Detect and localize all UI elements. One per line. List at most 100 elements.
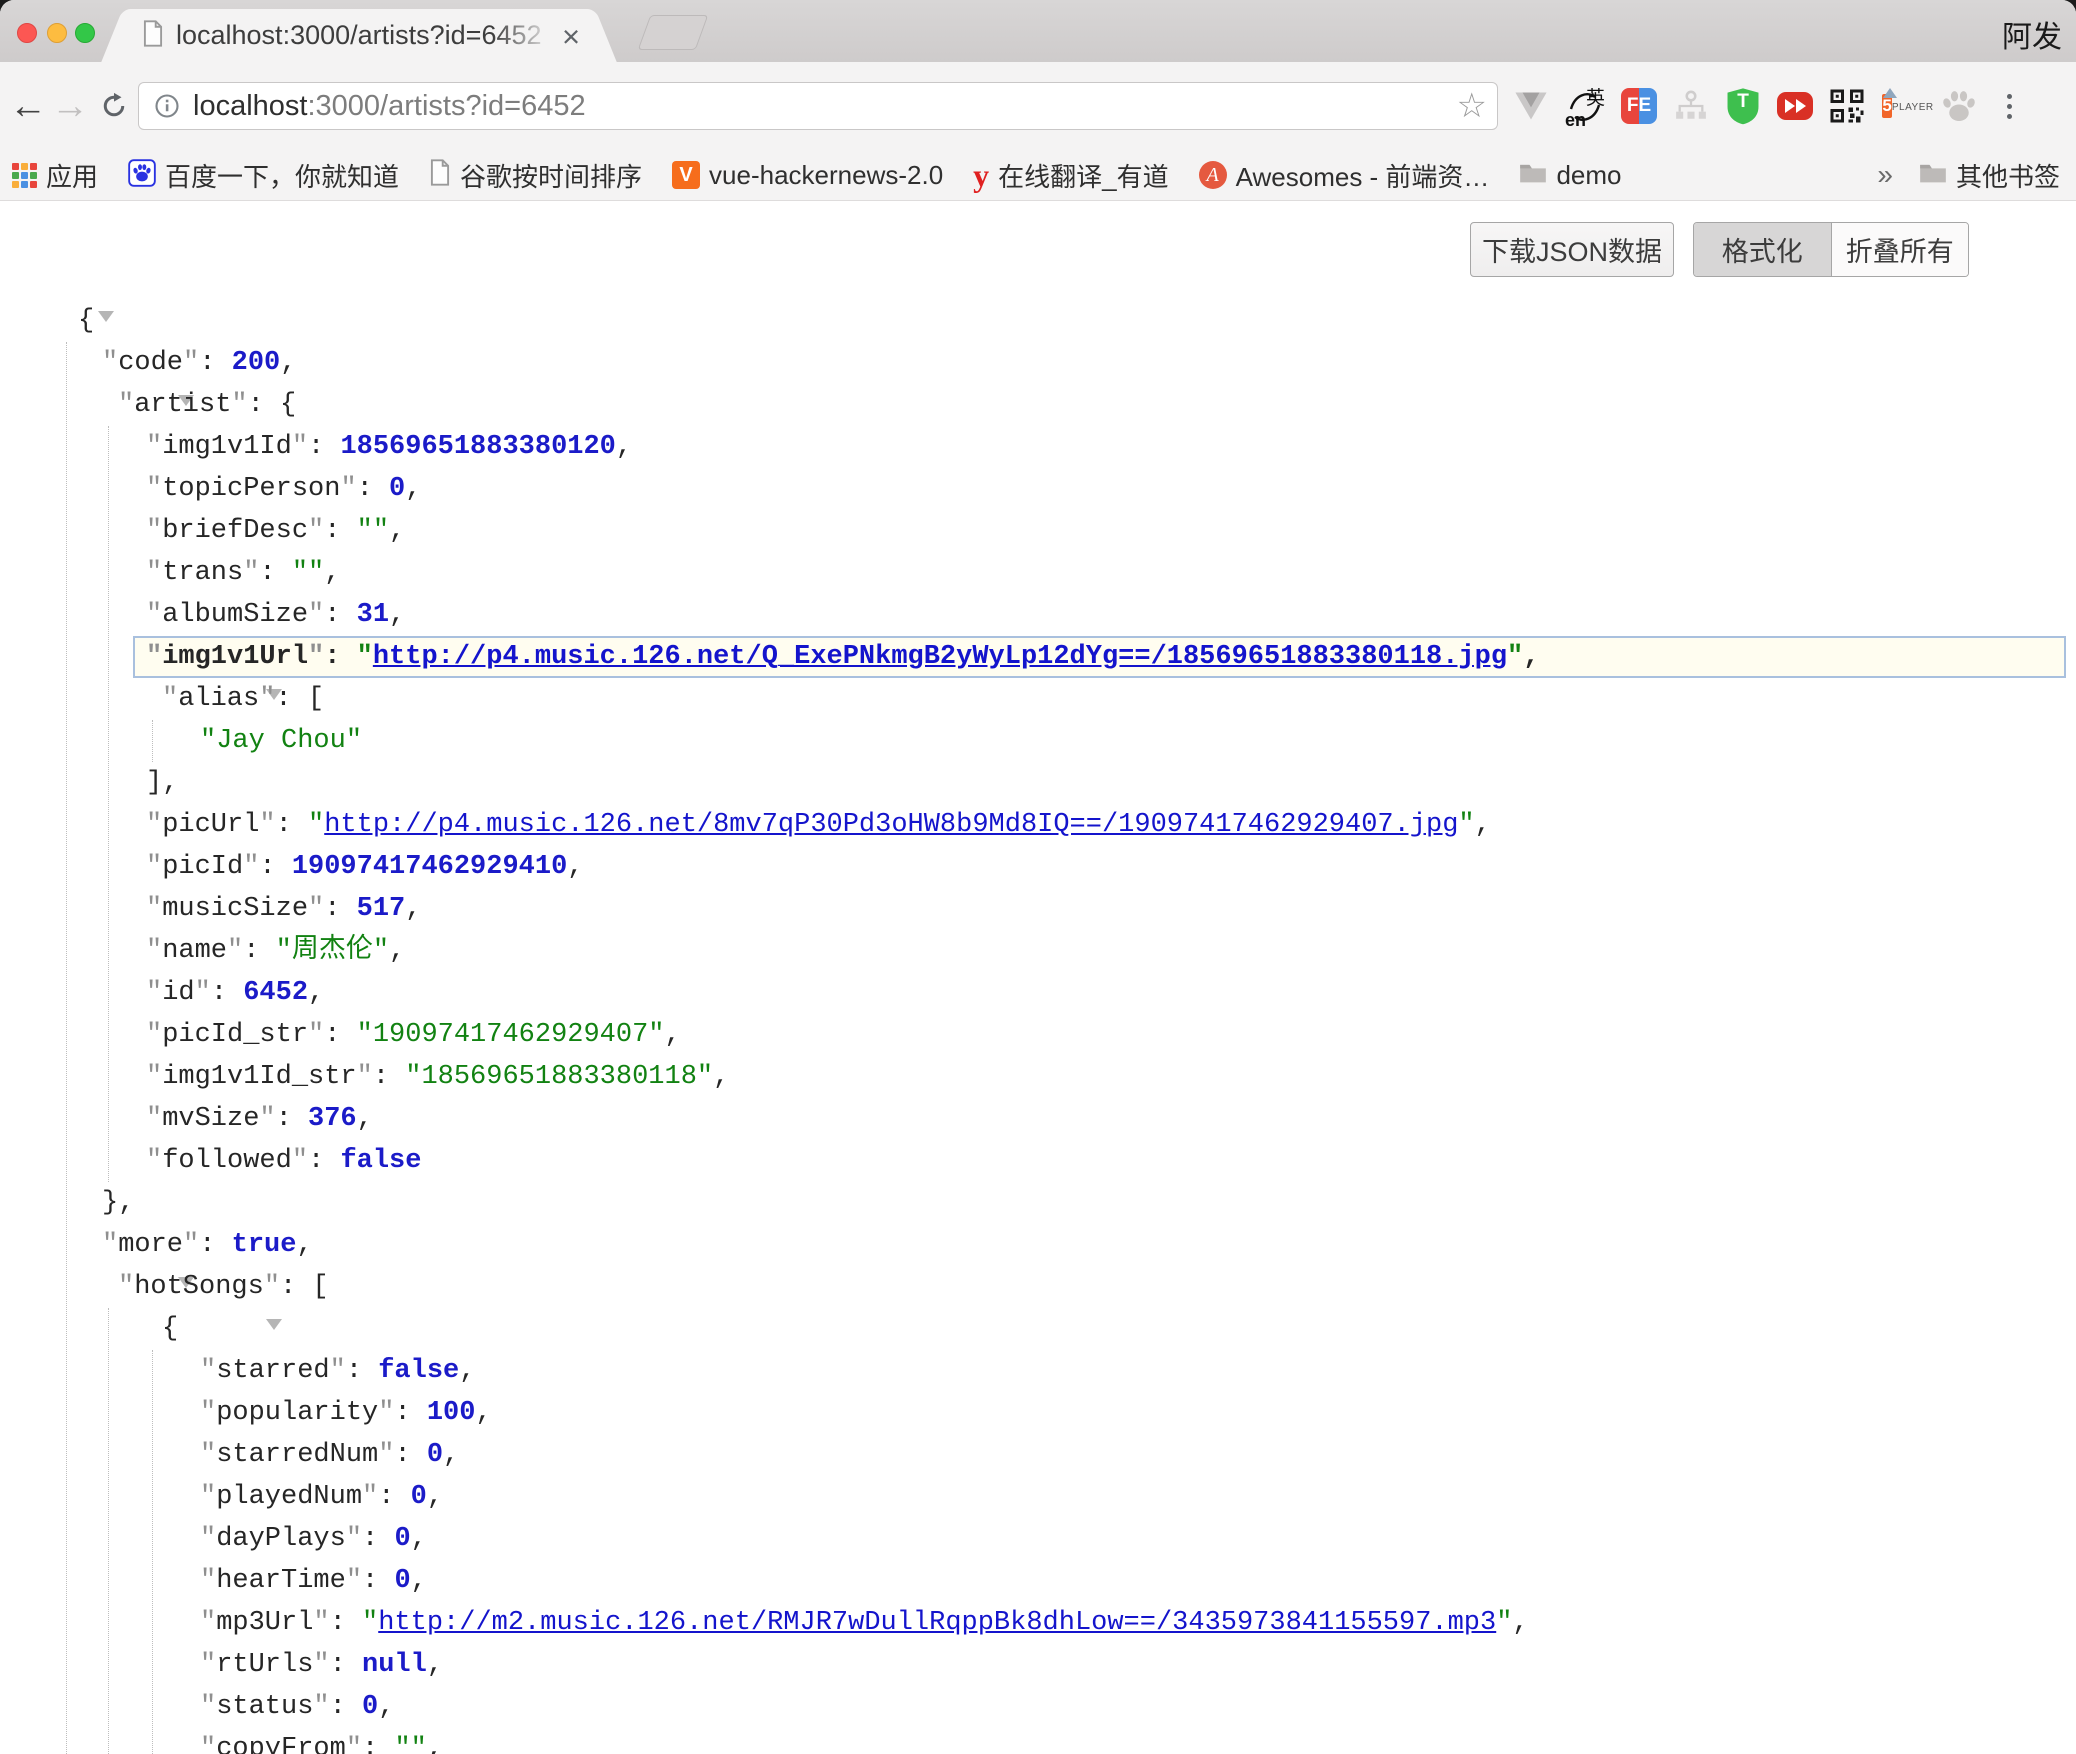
bookmarks-overflow-chevron[interactable]: » <box>1877 159 1893 191</box>
json-token: " <box>146 1020 162 1050</box>
json-link[interactable]: http://p4.music.126.net/8mv7qP30Pd3oHW8b… <box>324 810 1458 840</box>
bookmark-item-awesomes[interactable]: A Awesomes - 前端资… <box>1199 157 1490 194</box>
browser-tab[interactable]: localhost:3000/artists?id=6452 × <box>128 9 590 62</box>
json-punct: , <box>405 894 421 924</box>
json-key: picId_str <box>162 1020 308 1050</box>
view-mode-segmented-control: 格式化 折叠所有 <box>1693 222 1969 277</box>
json-punct: }, <box>102 1188 134 1218</box>
json-number: 0 <box>389 474 405 504</box>
paw-extension-icon[interactable] <box>1941 86 1977 126</box>
json-key: albumSize <box>162 600 308 630</box>
qr-code-extension-icon[interactable] <box>1829 86 1865 126</box>
json-token: " <box>308 600 324 630</box>
reload-icon[interactable] <box>94 62 134 150</box>
json-number: 0 <box>362 1692 378 1722</box>
json-token: " <box>378 1398 394 1428</box>
collapse-all-button[interactable]: 折叠所有 <box>1832 223 1969 276</box>
json-string: "" <box>394 1734 426 1754</box>
bookmark-item-apps[interactable]: 应用 <box>12 157 98 194</box>
json-token: " <box>362 1608 378 1638</box>
json-token: " <box>227 936 243 966</box>
tampermonkey-shield-icon[interactable]: T <box>1725 86 1761 126</box>
json-token: " <box>146 432 162 462</box>
url-text: localhost:3000/artists?id=6452 <box>193 90 586 123</box>
json-key: hearTime <box>216 1566 346 1596</box>
vue-icon: V <box>672 161 700 189</box>
json-punct: : <box>324 600 356 630</box>
json-token: " <box>313 1608 329 1638</box>
json-line: "more": true, <box>0 1224 2076 1266</box>
download-json-button[interactable]: 下载JSON数据 <box>1470 222 1674 277</box>
json-token: " <box>200 1524 216 1554</box>
json-key: dayPlays <box>216 1524 346 1554</box>
json-string: "" <box>292 558 324 588</box>
json-punct: , <box>411 1524 427 1554</box>
json-line: "rtUrls": null, <box>0 1644 2076 1686</box>
json-token: " <box>146 936 162 966</box>
json-token: " <box>146 894 162 924</box>
bookmark-item-baidu[interactable]: 百度一下，你就知道 <box>128 157 399 194</box>
translate-extension-icon[interactable]: 英 en <box>1565 85 1605 127</box>
json-number: 0 <box>394 1524 410 1554</box>
json-line: "starredNum": 0, <box>0 1434 2076 1476</box>
json-key: copyFrom <box>216 1734 346 1754</box>
bookmark-item-demo[interactable]: demo <box>1519 160 1621 191</box>
json-number: 18569651883380120 <box>340 432 615 462</box>
profile-name: 阿发 <box>2002 12 2062 56</box>
awesomes-icon: A <box>1199 161 1227 189</box>
json-link[interactable]: http://m2.music.126.net/RMJR7wDullRqppBk… <box>378 1608 1496 1638</box>
json-key: rtUrls <box>216 1650 313 1680</box>
window-minimize-button[interactable] <box>47 23 67 43</box>
bookmark-star-icon[interactable]: ☆ <box>1457 83 1487 129</box>
bookmark-item-youdao[interactable]: y 在线翻译_有道 <box>973 157 1168 194</box>
json-token: " <box>308 1020 324 1050</box>
json-number: 31 <box>357 600 389 630</box>
json-line: "hearTime": 0, <box>0 1560 2076 1602</box>
json-number: 0 <box>427 1440 443 1470</box>
json-punct: : <box>330 1608 362 1638</box>
json-link[interactable]: http://p4.music.126.net/Q_ExePNkmgB2yWyL… <box>373 642 1507 672</box>
json-line-highlighted: "img1v1Url": "http://p4.music.126.net/Q_… <box>0 636 2076 678</box>
other-bookmarks-folder[interactable]: 其他书签 <box>1919 157 2060 194</box>
video-play-extension-icon[interactable] <box>1777 86 1813 126</box>
back-icon[interactable]: ← <box>8 62 48 150</box>
json-punct: , <box>665 1020 681 1050</box>
json-number: 0 <box>394 1566 410 1596</box>
address-bar[interactable]: localhost:3000/artists?id=6452 ☆ <box>138 82 1498 130</box>
json-line: "hotSongs": [ <box>0 1266 2076 1308</box>
browser-menu-icon[interactable] <box>1999 94 2019 119</box>
json-key: alias <box>178 684 259 714</box>
json-punct: ], <box>146 768 178 798</box>
json-token: " <box>362 1482 378 1512</box>
json-line: "trans": "", <box>0 552 2076 594</box>
tab-close-icon[interactable]: × <box>554 19 588 55</box>
json-key: followed <box>162 1146 292 1176</box>
forward-icon[interactable]: → <box>50 62 90 150</box>
site-info-icon[interactable] <box>153 92 181 120</box>
window-close-button[interactable] <box>17 23 37 43</box>
json-punct: : <box>324 642 356 672</box>
youdao-icon: y <box>973 162 989 188</box>
fe-extension-icon[interactable]: FE <box>1621 86 1657 126</box>
bookmark-item-google-sort[interactable]: 谷歌按时间排序 <box>429 157 642 194</box>
new-tab-button[interactable] <box>638 15 709 50</box>
sitemap-extension-icon[interactable] <box>1673 86 1709 126</box>
json-token: " <box>340 474 356 504</box>
tampermonkey-glyph: T <box>1725 91 1761 113</box>
fe-glyph: FE <box>1621 88 1657 124</box>
json-key: topicPerson <box>162 474 340 504</box>
json-punct: , <box>324 558 340 588</box>
window-zoom-button[interactable] <box>75 23 95 43</box>
json-key: picUrl <box>162 810 259 840</box>
json-line: "briefDesc": "", <box>0 510 2076 552</box>
json-punct: , <box>357 1104 373 1134</box>
bookmark-item-vue-hackernews[interactable]: V vue-hackernews-2.0 <box>672 160 943 191</box>
json-token: " <box>146 474 162 504</box>
html5-player-extension-icon[interactable]: 5 PLAYER <box>1881 84 1925 128</box>
json-key: status <box>216 1692 313 1722</box>
json-punct: , <box>389 516 405 546</box>
vue-devtools-icon[interactable] <box>1513 86 1549 126</box>
json-number: 517 <box>357 894 406 924</box>
format-button[interactable]: 格式化 <box>1694 223 1832 276</box>
json-string: "18569651883380118" <box>405 1062 713 1092</box>
